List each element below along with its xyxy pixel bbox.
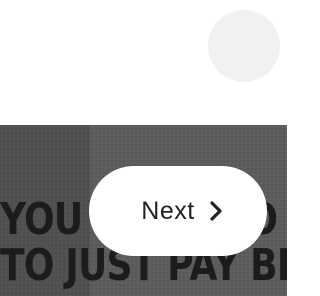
decorative-circle bbox=[208, 10, 280, 82]
onboarding-screen: YOU WANT TO EARN TO JUST PAY BILLS Next bbox=[0, 0, 287, 296]
next-button[interactable]: Next bbox=[89, 166, 267, 256]
chevron-right-icon bbox=[209, 201, 223, 221]
next-button-label: Next bbox=[141, 196, 195, 225]
top-content-area bbox=[0, 0, 287, 125]
